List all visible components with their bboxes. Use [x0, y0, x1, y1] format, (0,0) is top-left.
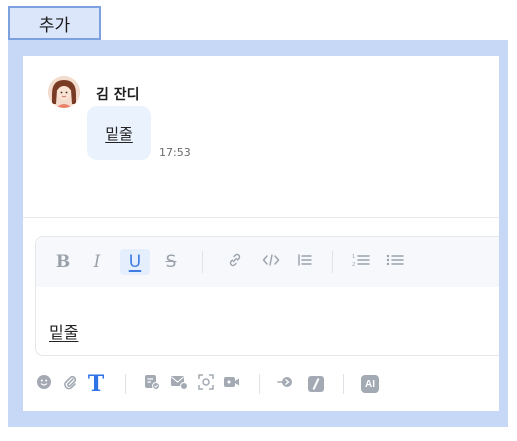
- screen-capture-button[interactable]: [197, 372, 215, 396]
- ordered-list-icon: 12: [352, 252, 370, 272]
- avatar[interactable]: [48, 76, 80, 108]
- ai-icon: AI: [361, 375, 379, 393]
- video-icon: [223, 374, 241, 394]
- text-format-button[interactable]: T: [87, 371, 105, 397]
- add-tag: 추가: [8, 6, 101, 40]
- emoji-icon: [36, 374, 52, 394]
- chat-frame: 김 잔디 밑줄 17:53 B I U S 1 2 밑줄 T AI: [8, 40, 508, 427]
- toolbar-separator: [259, 374, 260, 394]
- link-button[interactable]: [224, 249, 246, 275]
- svg-text:2: 2: [352, 262, 355, 268]
- mail-icon: [170, 374, 188, 394]
- link-icon: [227, 252, 243, 272]
- divider: [23, 217, 499, 218]
- attachment-toolbar: T AI: [23, 366, 499, 402]
- chat-panel: 김 잔디 밑줄 17:53 B I U S 1 2 밑줄 T AI: [23, 56, 499, 411]
- slash-command-button[interactable]: [307, 372, 325, 396]
- message-time: 17:53: [159, 146, 191, 159]
- text-format-icon: T: [87, 371, 105, 397]
- toolbar-separator: [343, 374, 344, 394]
- code-icon: [262, 252, 280, 272]
- toolbar-separator: [332, 251, 333, 273]
- todo-icon: [144, 374, 160, 394]
- ai-button[interactable]: AI: [361, 372, 379, 396]
- italic-label: I: [93, 252, 101, 272]
- underline-button[interactable]: U: [120, 249, 150, 275]
- strikethrough-label: S: [165, 252, 177, 272]
- toolbar-separator: [125, 374, 126, 394]
- screen-capture-icon: [198, 374, 214, 394]
- slash-command-icon: [308, 376, 324, 392]
- message-bubble[interactable]: 밑줄: [87, 106, 151, 160]
- svg-text:1: 1: [352, 254, 355, 260]
- editor-input[interactable]: 밑줄: [49, 319, 78, 343]
- code-button[interactable]: [260, 249, 282, 275]
- bullet-list-icon: [386, 252, 404, 272]
- format-toolbar: B I U S 1 2: [36, 237, 499, 287]
- forward-button[interactable]: [277, 372, 295, 396]
- message-composer: B I U S 1 2 밑줄: [35, 236, 499, 356]
- mail-button[interactable]: [170, 372, 188, 396]
- message-text: 밑줄: [105, 124, 133, 143]
- ordered-list-button[interactable]: 12: [350, 249, 372, 275]
- underline-label: U: [128, 252, 142, 272]
- add-tag-label: 추가: [38, 15, 71, 36]
- italic-button[interactable]: I: [86, 249, 108, 275]
- strikethrough-button[interactable]: S: [160, 249, 182, 275]
- blockquote-button[interactable]: [294, 249, 316, 275]
- blockquote-icon: [297, 252, 313, 272]
- sender-name: 김 잔디: [96, 87, 140, 103]
- attach-file-button[interactable]: [61, 372, 79, 396]
- bold-label: B: [55, 252, 71, 272]
- emoji-button[interactable]: [35, 372, 53, 396]
- bold-button[interactable]: B: [52, 249, 74, 275]
- toolbar-separator: [202, 251, 203, 273]
- todo-button[interactable]: [143, 372, 161, 396]
- bullet-list-button[interactable]: [384, 249, 406, 275]
- video-call-button[interactable]: [223, 372, 241, 396]
- paperclip-icon: [62, 374, 78, 394]
- forward-icon: [277, 374, 295, 394]
